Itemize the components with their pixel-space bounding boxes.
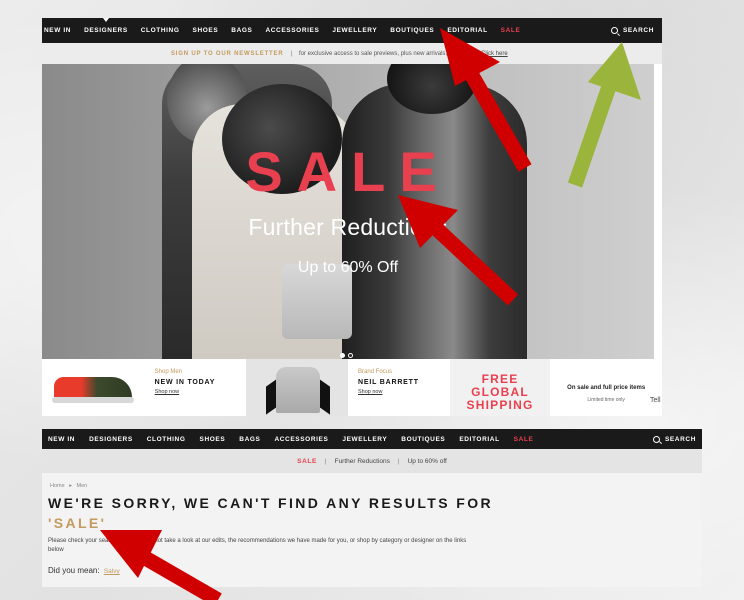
promo-on-sale[interactable]: On sale and full price items Limited tim… [550, 359, 662, 416]
carousel-dot[interactable] [340, 353, 345, 358]
promo-shop-men[interactable]: Shop Men NEW IN TODAY Shop now [144, 359, 247, 416]
on-sale-title: On sale and full price items [567, 385, 646, 391]
promo-row: Shop Men NEW IN TODAY Shop now Brand Foc… [42, 359, 662, 416]
divider: | [290, 50, 293, 57]
hero-offer: Up to 60% Off [297, 259, 399, 276]
divider: | [472, 50, 474, 57]
nav-accessories[interactable]: ACCESSORIES [265, 27, 319, 34]
sweater-image [276, 367, 321, 413]
nav-bags[interactable]: BAGS [231, 27, 252, 34]
shop-now-link[interactable]: Shop now [358, 389, 450, 395]
newsletter-text: for exclusive access to sale previews, p… [299, 50, 466, 57]
did-you-mean: Did you mean: Salvy [48, 566, 120, 575]
search-icon [610, 27, 618, 34]
promo-kicker: Shop Men [154, 369, 183, 375]
search-label: SEARCH [664, 435, 696, 443]
nav-new-in[interactable]: NEW IN [48, 436, 75, 443]
shop-now-link[interactable]: Shop now [155, 389, 247, 395]
promo-sneaker-image[interactable] [42, 359, 145, 416]
no-results-explanation: Please check your search term. Or why no… [48, 538, 467, 553]
search-query: 'SALE' [48, 515, 107, 531]
divider: | [324, 457, 327, 465]
promo-sale-label: SALE [297, 457, 317, 465]
search-button[interactable]: SEARCH [652, 429, 696, 449]
nav-editorial[interactable]: EDITORIAL [459, 436, 499, 443]
nav-boutiques[interactable]: BOUTIQUES [401, 436, 445, 443]
promo-reductions: Further Reductions [334, 457, 390, 465]
nav-designers[interactable]: DESIGNERS [89, 436, 133, 443]
hero-banner[interactable]: SALE Further Reductions Up to 60% Off [42, 64, 654, 359]
feedback-tab[interactable]: Tell [650, 397, 661, 404]
nav-sale[interactable]: SALE [501, 27, 521, 34]
top-navbar: NEW IN DESIGNERS CLOTHING SHOES BAGS ACC… [42, 18, 662, 43]
nav-jewellery[interactable]: JEWELLERY [342, 436, 387, 443]
nav-new-in[interactable]: NEW IN [44, 27, 71, 34]
nav-sale[interactable]: SALE [514, 436, 534, 443]
newsletter-click-here-link[interactable]: Click here [481, 51, 508, 57]
search-button[interactable]: SEARCH [610, 18, 654, 43]
nav-clothing[interactable]: CLOTHING [147, 436, 186, 443]
search-label: SEARCH [622, 27, 654, 34]
nav-bags[interactable]: BAGS [239, 436, 260, 443]
hero-subtitle: Further Reductions [248, 214, 448, 240]
divider: | [397, 457, 400, 465]
no-results-title: WE'RE SORRY, WE CAN'T FIND ANY RESULTS F… [48, 495, 494, 511]
nav-shoes[interactable]: SHOES [200, 436, 226, 443]
nav-shoes[interactable]: SHOES [193, 27, 219, 34]
breadcrumb: Home ▸ Men [50, 483, 87, 489]
homepage-screenshot: NEW IN DESIGNERS CLOTHING SHOES BAGS ACC… [42, 18, 662, 416]
promo-brand-focus[interactable]: Brand Focus NEIL BARRETT Shop now [348, 359, 450, 416]
search-icon [652, 435, 660, 443]
nav-boutiques[interactable]: BOUTIQUES [390, 27, 434, 34]
free-shipping-text: FREE GLOBAL SHIPPING [466, 372, 534, 412]
search-results-screenshot: NEW IN DESIGNERS CLOTHING SHOES BAGS ACC… [42, 429, 702, 587]
did-you-mean-label: Did you mean: [48, 566, 100, 575]
carousel-dot[interactable] [348, 353, 353, 358]
nav-accessories[interactable]: ACCESSORIES [274, 436, 328, 443]
promo-offer: Up to 60% off [407, 457, 447, 465]
chevron-right-icon: ▸ [69, 483, 72, 489]
promo-kicker: Brand Focus [358, 369, 393, 375]
nav-editorial[interactable]: EDITORIAL [447, 27, 487, 34]
results-navbar: NEW IN DESIGNERS CLOTHING SHOES BAGS ACC… [42, 429, 702, 449]
suggestion-link[interactable]: Salvy [104, 568, 120, 575]
on-sale-subtitle: Limited time only [587, 397, 625, 403]
breadcrumb-current[interactable]: Men [77, 483, 88, 489]
promo-sweater-image[interactable] [246, 359, 348, 416]
breadcrumb-home[interactable]: Home [50, 483, 65, 489]
promo-title: NEIL BARRETT [358, 379, 419, 386]
promo-free-shipping[interactable]: FREE GLOBAL SHIPPING [449, 359, 551, 416]
sale-promo-bar[interactable]: SALE | Further Reductions | Up to 60% of… [42, 449, 702, 473]
newsletter-signup-link[interactable]: SIGN UP TO OUR NEWSLETTER [171, 51, 283, 57]
sneaker-sole [52, 397, 134, 403]
carousel-dots[interactable] [340, 353, 353, 358]
nav-designers[interactable]: DESIGNERS [84, 18, 128, 34]
nav-jewellery[interactable]: JEWELLERY [332, 27, 377, 34]
hero-title: SALE [245, 140, 451, 203]
nav-clothing[interactable]: CLOTHING [141, 27, 180, 34]
promo-title: NEW IN TODAY [154, 379, 216, 386]
newsletter-bar: SIGN UP TO OUR NEWSLETTER | for exclusiv… [42, 43, 662, 64]
